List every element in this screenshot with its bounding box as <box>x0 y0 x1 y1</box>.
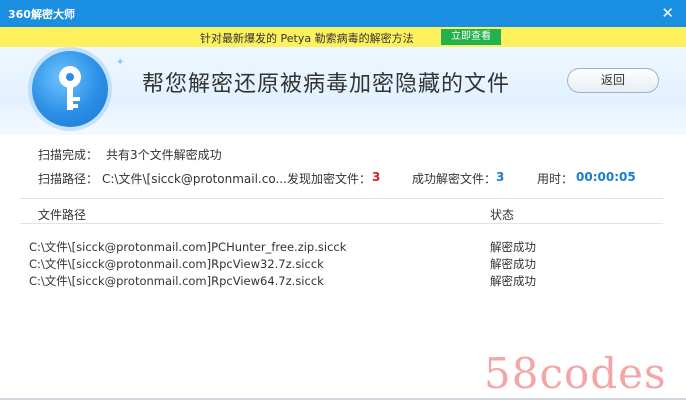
decrypted-success-label: 成功解密文件： <box>412 172 497 186</box>
file-path-cell: C:\文件\[sicck@protonmail.com]RpcView32.7z… <box>29 257 324 271</box>
window-title: 360解密大师 <box>8 8 75 21</box>
table-row[interactable]: C:\文件\[sicck@protonmail.com]RpcView64.7z… <box>20 271 663 288</box>
column-header-path: 文件路径 <box>38 208 87 222</box>
banner-message: 针对最新爆发的 Petya 勒索病毒的解密方法 <box>200 32 414 45</box>
status-cell: 解密成功 <box>490 274 536 288</box>
found-encrypted-count: 3 <box>372 170 381 184</box>
file-path-cell: C:\文件\[sicck@protonmail.com]PCHunter_fre… <box>29 240 347 254</box>
scan-path-label: 扫描路径： <box>38 172 99 186</box>
announcement-banner: 针对最新爆发的 Petya 勒索病毒的解密方法 立即查看 <box>0 27 686 47</box>
close-icon[interactable]: ✕ <box>661 4 674 22</box>
page-headline: 帮您解密还原被病毒加密隐藏的文件 <box>142 72 511 97</box>
scan-complete-line: 扫描完成： 共有3个文件解密成功 <box>38 146 222 163</box>
status-cell: 解密成功 <box>490 257 536 271</box>
watermark: 58codes <box>484 349 667 398</box>
decrypted-success-count: 3 <box>496 170 505 184</box>
view-now-button[interactable]: 立即查看 <box>441 29 501 45</box>
elapsed-time-label: 用时： <box>537 172 574 186</box>
status-cell: 解密成功 <box>490 240 536 254</box>
scan-complete-value: 共有3个文件解密成功 <box>106 148 222 162</box>
back-button[interactable]: 返回 <box>567 68 659 93</box>
file-path-cell: C:\文件\[sicck@protonmail.com]RpcView64.7z… <box>29 274 324 288</box>
column-header-status: 状态 <box>490 208 515 222</box>
table-header: 文件路径 状态 <box>20 198 663 224</box>
scan-complete-label: 扫描完成： <box>38 148 99 162</box>
table-row[interactable]: C:\文件\[sicck@protonmail.com]RpcView32.7z… <box>20 254 663 271</box>
scan-path-value: C:\文件\[sicck@protonmail.co... <box>102 172 287 186</box>
table-row[interactable]: C:\文件\[sicck@protonmail.com]PCHunter_fre… <box>20 237 663 254</box>
elapsed-time-value: 00:00:05 <box>576 170 636 184</box>
key-icon <box>32 51 108 127</box>
sparkle-icon: ✦ <box>116 57 125 68</box>
header-panel: ✦ 帮您解密还原被病毒加密隐藏的文件 返回 <box>0 47 686 135</box>
found-encrypted-label: 发现加密文件： <box>287 172 372 186</box>
title-bar: 360解密大师 ✕ <box>0 0 686 27</box>
